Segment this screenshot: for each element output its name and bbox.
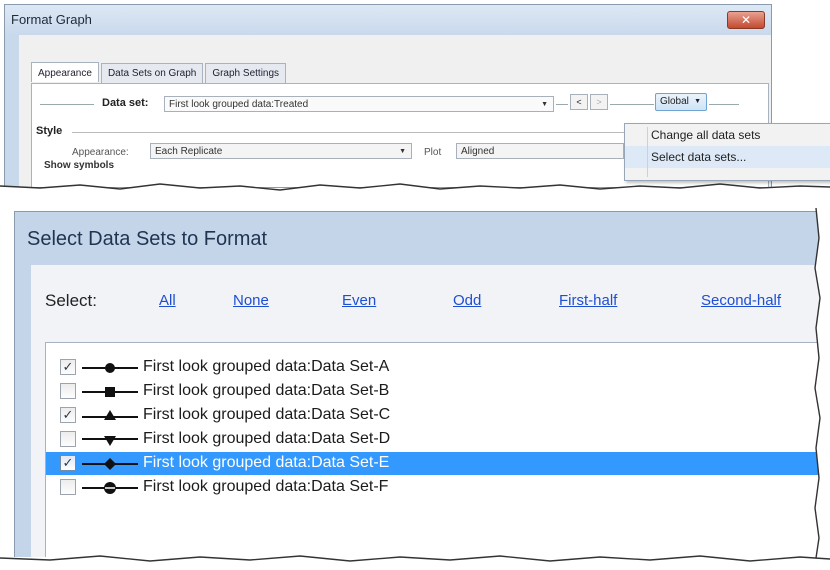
global-menu: Change all data sets Select data sets...: [624, 123, 830, 181]
global-button[interactable]: Global ▼: [655, 93, 707, 111]
tab-data-sets-on-graph[interactable]: Data Sets on Graph: [100, 63, 204, 83]
tab-appearance[interactable]: Appearance: [31, 62, 99, 82]
checkmark-icon: ✓: [62, 359, 74, 374]
select-even-link[interactable]: Even: [342, 292, 376, 309]
select-data-sets-window: Select Data Sets to Format Select: All N…: [14, 211, 830, 557]
select-none-link[interactable]: None: [233, 292, 269, 309]
plot-select[interactable]: Aligned: [456, 143, 624, 159]
circle-plus-icon: [82, 482, 138, 494]
divider: [40, 104, 94, 105]
data-set-label: First look grouped data:Data Set-D: [143, 430, 391, 447]
checkbox[interactable]: [60, 383, 76, 399]
select-second-half-link[interactable]: Second-half: [701, 292, 781, 309]
data-set-label: First look grouped data:Data Set-E: [143, 454, 390, 471]
list-item[interactable]: ✓ First look grouped data:Data Set-E: [46, 452, 830, 475]
select-first-half-link[interactable]: First-half: [559, 292, 617, 309]
tab-bar: Appearance Data Sets on Graph Graph Sett…: [31, 62, 288, 83]
list-item[interactable]: First look grouped data:Data Set-D: [46, 428, 830, 451]
plot-value: Aligned: [461, 146, 495, 157]
select-all-link[interactable]: All: [159, 292, 176, 309]
style-divider: [72, 132, 632, 133]
menu-item-change-all-data-sets[interactable]: Change all data sets: [625, 124, 830, 146]
checkbox[interactable]: ✓: [60, 407, 76, 423]
torn-edge: [814, 208, 830, 558]
dialog-title: Select Data Sets to Format: [27, 228, 268, 250]
global-button-label: Global: [660, 96, 689, 107]
square-icon: [82, 387, 138, 397]
checkmark-icon: ✓: [62, 407, 74, 422]
chevron-down-icon: ▼: [694, 98, 701, 105]
style-heading: Style: [36, 125, 63, 137]
data-set-label: Data set:: [102, 97, 149, 109]
appearance-label: Appearance:: [72, 147, 129, 158]
diamond-icon: [82, 458, 138, 470]
torn-edge: [0, 183, 830, 198]
triangle-up-icon: [82, 410, 138, 420]
triangle-down-icon: [82, 436, 138, 446]
list-item[interactable]: First look grouped data:Data Set-F: [46, 476, 830, 499]
checkbox[interactable]: ✓: [60, 455, 76, 471]
list-item[interactable]: ✓ First look grouped data:Data Set-C: [46, 404, 830, 427]
torn-edge: [0, 555, 830, 570]
divider: [556, 104, 568, 105]
dialog-body: Select: All None Even Odd First-half Sec…: [31, 265, 830, 557]
divider: [610, 104, 654, 105]
plot-label: Plot: [424, 147, 442, 158]
menu-separator: [647, 127, 648, 177]
previous-data-set-button[interactable]: <: [570, 94, 588, 110]
next-data-set-button[interactable]: >: [590, 94, 608, 110]
chevron-down-icon: ▼: [399, 148, 406, 155]
data-set-label: First look grouped data:Data Set-C: [143, 406, 391, 423]
list-item[interactable]: First look grouped data:Data Set-B: [46, 380, 830, 403]
checkbox[interactable]: [60, 431, 76, 447]
checkbox[interactable]: [60, 479, 76, 495]
appearance-select[interactable]: Each Replicate ▼: [150, 143, 412, 159]
appearance-value: Each Replicate: [155, 146, 223, 157]
data-set-label: First look grouped data:Data Set-F: [143, 478, 389, 495]
data-set-list: ✓ First look grouped data:Data Set-A Fir…: [45, 342, 830, 557]
checkmark-icon: ✓: [62, 455, 74, 470]
chevron-down-icon: ▼: [541, 101, 548, 108]
close-icon[interactable]: ✕: [727, 11, 765, 29]
list-item[interactable]: ✓ First look grouped data:Data Set-A: [46, 356, 830, 379]
select-label: Select:: [45, 291, 97, 310]
checkbox[interactable]: ✓: [60, 359, 76, 375]
circle-icon: [82, 363, 138, 373]
data-set-value: First look grouped data:Treated: [169, 99, 309, 110]
divider: [709, 104, 739, 105]
data-set-label: First look grouped data:Data Set-A: [143, 358, 390, 375]
menu-item-select-data-sets[interactable]: Select data sets...: [625, 146, 830, 168]
window-title: Format Graph: [5, 5, 771, 35]
tab-graph-settings[interactable]: Graph Settings: [205, 63, 287, 83]
show-symbols-checkbox[interactable]: Show symbols: [44, 160, 114, 171]
select-odd-link[interactable]: Odd: [453, 292, 481, 309]
data-set-select[interactable]: First look grouped data:Treated ▼: [164, 96, 554, 112]
data-set-label: First look grouped data:Data Set-B: [143, 382, 390, 399]
